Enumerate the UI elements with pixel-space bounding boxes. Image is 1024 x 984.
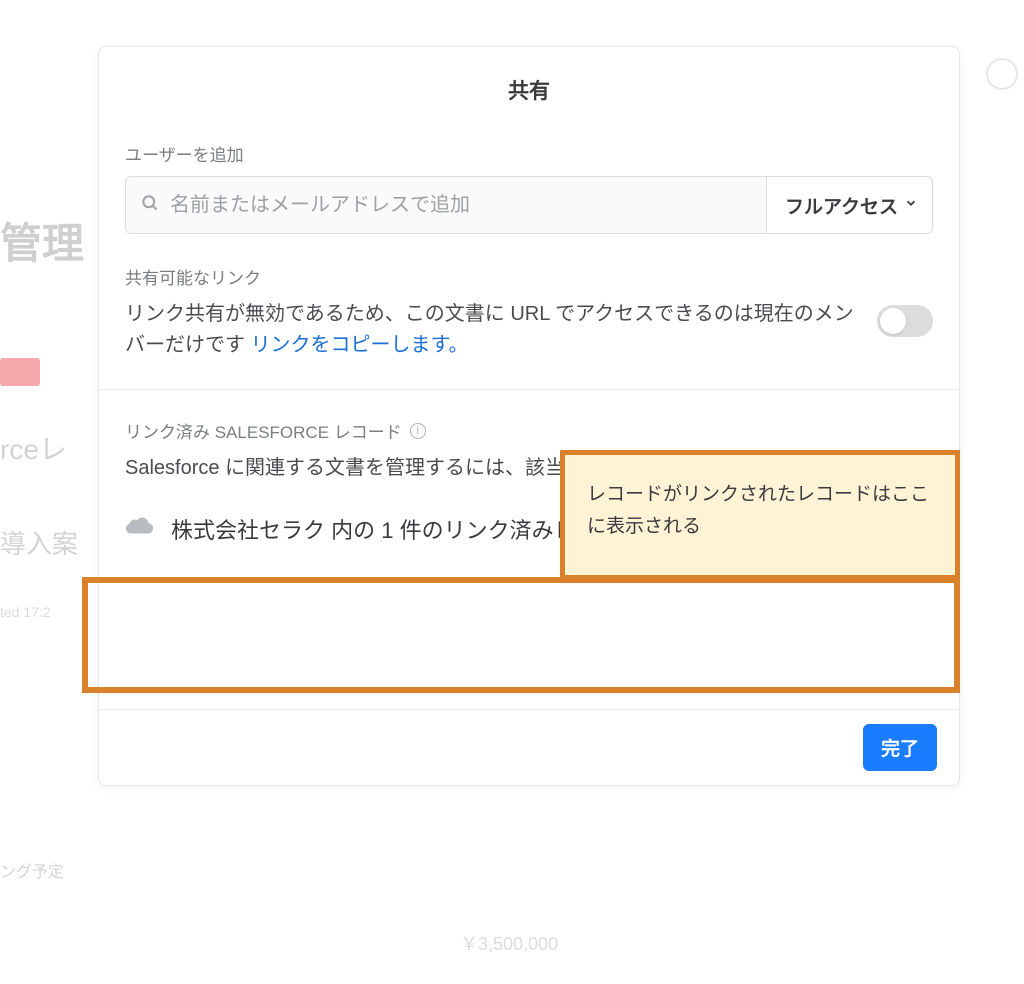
modal-title: 共有 xyxy=(99,47,959,141)
bg-text-fragment: rceレ xyxy=(0,428,67,468)
modal-footer: 完了 xyxy=(99,709,959,785)
add-user-label: ユーザーを追加 xyxy=(125,141,933,166)
bg-amount-fragment: ￥3,500,000 xyxy=(460,930,558,956)
chevron-down-icon xyxy=(904,194,918,216)
sf-label-text: リンク済み SALESFORCE レコード xyxy=(125,418,402,443)
done-button[interactable]: 完了 xyxy=(863,724,937,771)
bg-text-fragment: ted 17:2 xyxy=(0,604,51,620)
annotation-note: レコードがリンクされたレコードはここに表示される xyxy=(560,450,960,580)
copy-link-action[interactable]: リンクをコピーします。 xyxy=(251,334,469,356)
bg-text-fragment: 導入案 xyxy=(0,524,78,561)
bg-circle-icon xyxy=(986,58,1018,90)
info-icon[interactable]: i xyxy=(410,423,426,439)
annotation-note-text: レコードがリンクされたレコードはここに表示される xyxy=(587,484,929,537)
linked-salesforce-label: リンク済み SALESFORCE レコード i xyxy=(125,418,933,443)
bg-title-fragment: 管理 xyxy=(0,210,84,271)
add-user-row: フルアクセス xyxy=(125,176,933,234)
link-share-toggle[interactable] xyxy=(877,305,933,337)
share-link-desc: リンク共有が無効であるため、この文書に URL でアクセスできるのは現在のメンバ… xyxy=(125,303,854,356)
share-link-label: 共有可能なリンク xyxy=(125,264,933,289)
search-icon xyxy=(140,193,160,218)
bg-text-fragment: ング予定 xyxy=(0,858,64,882)
share-modal: 共有 ユーザーを追加 フルアクセス 共有可能なリン xyxy=(98,46,960,786)
divider xyxy=(99,389,959,390)
search-cell[interactable] xyxy=(126,177,766,233)
access-level-label: フルアクセス xyxy=(785,192,898,219)
toggle-knob xyxy=(880,308,906,334)
search-input[interactable] xyxy=(170,194,752,217)
access-level-select[interactable]: フルアクセス xyxy=(766,177,932,233)
share-link-desc-block: リンク共有が無効であるため、この文書に URL でアクセスできるのは現在のメンバ… xyxy=(125,299,857,361)
salesforce-cloud-icon xyxy=(125,515,155,542)
bg-badge xyxy=(0,358,40,386)
